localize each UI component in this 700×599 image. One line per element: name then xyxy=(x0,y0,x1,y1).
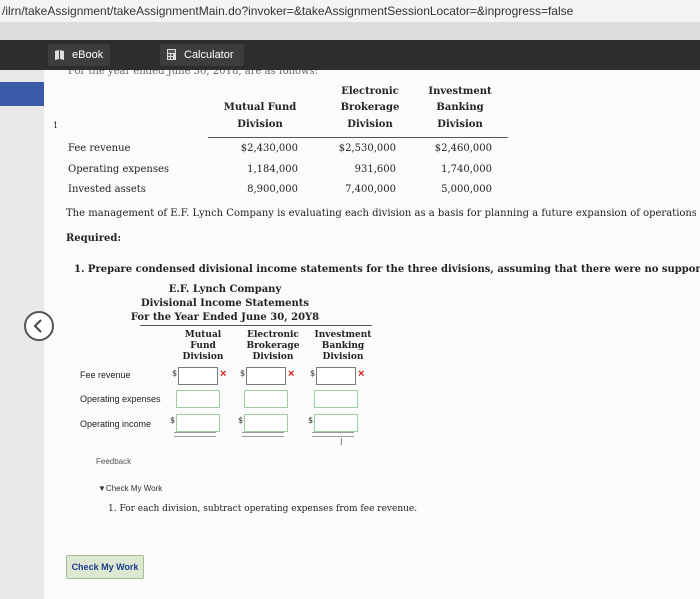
col-mutual-3: Division xyxy=(182,352,224,362)
ebook-label: eBook xyxy=(72,49,104,61)
problem-paragraph: The management of E.F. Lynch Company is … xyxy=(66,208,696,219)
col-mutual-1: Mutual xyxy=(184,330,222,340)
feedback-label: Feedback xyxy=(96,457,132,466)
cell-mutual: 1,184,000 xyxy=(247,164,298,175)
col-investment-3: Division xyxy=(322,352,364,362)
operating-expenses-mutual-input[interactable] xyxy=(176,390,220,408)
book-icon xyxy=(55,50,64,60)
cell-electronic: $2,530,000 xyxy=(338,143,396,154)
statement-period: For the Year Ended June 30, 20Y8 xyxy=(130,312,320,323)
header-investment-1: Investment xyxy=(428,86,492,97)
browser-gap xyxy=(0,22,700,40)
stmt-label-operating-income: Operating income xyxy=(80,419,152,429)
assignment-toolbar: eBook Calculator xyxy=(0,40,700,70)
double-underline xyxy=(312,432,354,437)
stmt-label-operating-expenses: Operating expenses xyxy=(80,394,161,404)
col-mutual-2: Fund xyxy=(190,341,216,351)
row-label: Invested assets xyxy=(68,184,146,195)
left-nav-active-item[interactable] xyxy=(0,82,44,106)
calculator-button[interactable]: Calculator xyxy=(160,44,244,66)
incorrect-icon: × xyxy=(288,368,295,380)
ebook-button[interactable]: eBook xyxy=(48,44,110,66)
dollar-sign: $ xyxy=(308,416,314,425)
col-electronic-1: Electronic xyxy=(247,330,299,340)
fee-revenue-electronic-input[interactable] xyxy=(246,367,286,385)
col-electronic-3: Division xyxy=(252,352,294,362)
stmt-label-fee-revenue: Fee revenue xyxy=(80,370,131,380)
col-investment-2: Banking xyxy=(321,341,365,351)
feedback-hint: 1. For each division, subtract operating… xyxy=(108,504,418,514)
operating-income-electronic-input[interactable] xyxy=(244,414,288,432)
fee-revenue-investment-input[interactable] xyxy=(316,367,356,385)
dollar-sign: $ xyxy=(240,369,246,378)
statement-company: E.F. Lynch Company xyxy=(168,284,282,295)
calculator-icon xyxy=(167,49,176,60)
check-my-work-button[interactable]: Check My Work xyxy=(66,555,144,579)
calculator-label: Calculator xyxy=(184,49,234,61)
statement-title: Divisional Income Statements xyxy=(140,298,310,309)
dollar-sign: $ xyxy=(170,416,176,425)
header-electronic-2: Brokerage xyxy=(340,102,400,113)
incorrect-icon: × xyxy=(358,368,365,380)
operating-expenses-electronic-input[interactable] xyxy=(244,390,288,408)
cell-mutual: 8,900,000 xyxy=(247,184,298,195)
dollar-sign: $ xyxy=(238,416,244,425)
operating-income-mutual-input[interactable] xyxy=(176,414,220,432)
header-mutual-1: Mutual Fund xyxy=(223,102,297,113)
dollar-sign: $ xyxy=(172,369,178,378)
cell-investment: 1,740,000 xyxy=(441,164,492,175)
header-investment-3: Division xyxy=(437,119,483,130)
statement-rule xyxy=(140,325,372,326)
cell-electronic: 7,400,000 xyxy=(345,184,396,195)
header-electronic-1: Electronic xyxy=(341,86,399,97)
col-investment-1: Investment xyxy=(314,330,372,340)
operating-income-investment-input[interactable] xyxy=(314,414,358,432)
row-label: Fee revenue xyxy=(68,143,131,154)
back-arrow-button[interactable] xyxy=(24,311,54,341)
cell-investment: $2,460,000 xyxy=(434,143,492,154)
dollar-sign: $ xyxy=(310,369,316,378)
header-underline xyxy=(208,137,508,138)
header-electronic-3: Division xyxy=(347,119,393,130)
chevron-left-icon xyxy=(33,319,42,333)
required-heading: Required: xyxy=(66,233,122,244)
browser-url-bar[interactable]: /ilrn/takeAssignment/takeAssignmentMain.… xyxy=(0,0,700,22)
incorrect-icon: × xyxy=(220,368,227,380)
header-investment-2: Banking xyxy=(436,102,484,113)
question-1: 1. Prepare condensed divisional income s… xyxy=(74,264,700,275)
fee-revenue-mutual-input[interactable] xyxy=(178,367,218,385)
cell-investment: 5,000,000 xyxy=(441,184,492,195)
cut-off-intro-text: For the year ended June 30, 20Y8, are as… xyxy=(68,70,319,76)
cell-electronic: 931,600 xyxy=(354,164,396,175)
row-label: Operating expenses xyxy=(68,164,169,175)
col-electronic-2: Brokerage xyxy=(246,341,300,351)
row-index: 1 xyxy=(53,121,59,130)
header-mutual-2: Division xyxy=(237,119,283,130)
double-underline xyxy=(174,432,216,437)
check-my-work-toggle[interactable]: ▼Check My Work xyxy=(98,484,162,493)
double-underline xyxy=(242,432,284,437)
text-cursor-icon: I xyxy=(340,437,343,448)
operating-expenses-investment-input[interactable] xyxy=(314,390,358,408)
cell-mutual: $2,430,000 xyxy=(240,143,298,154)
